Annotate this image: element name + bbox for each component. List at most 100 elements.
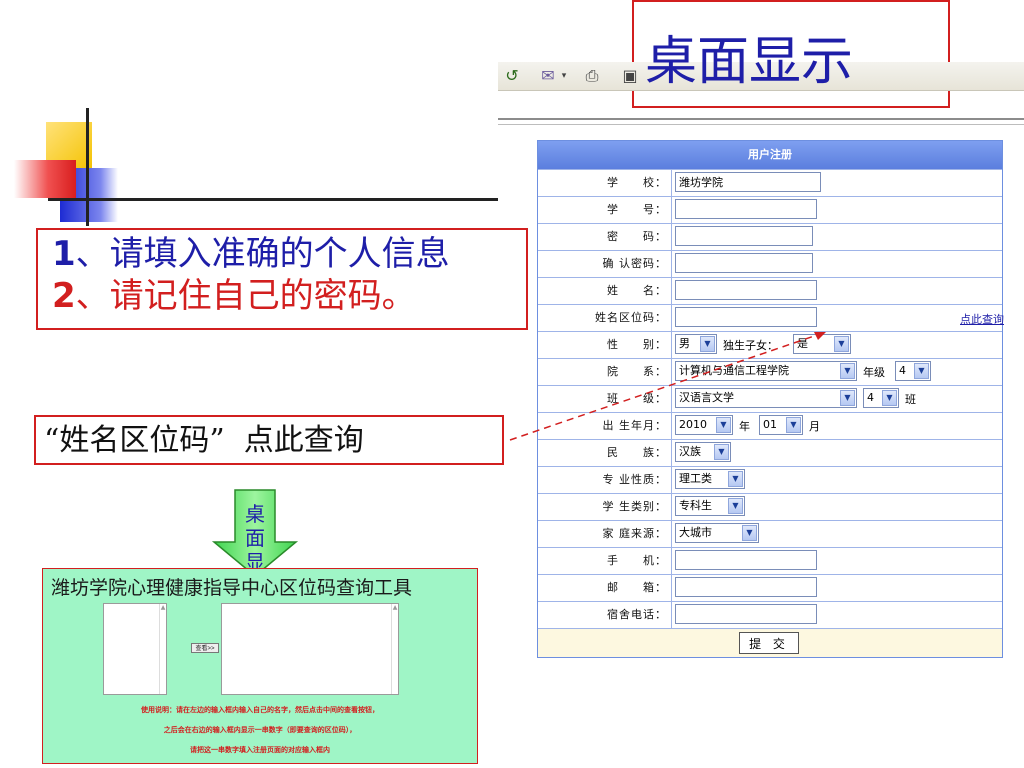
dept-value: 计算机与通信工程学院 xyxy=(679,364,789,377)
label-origin: 家 庭来源： xyxy=(538,521,672,547)
row-school: 学 校： 潍坊学院 xyxy=(538,169,1002,196)
label-mobile: 手 机： xyxy=(538,548,672,574)
row-birth: 出 生年月： 2010 ▼ 年 01 ▼ 月 xyxy=(538,412,1002,439)
dept-select[interactable]: 计算机与通信工程学院 ▼ xyxy=(675,361,857,381)
label-email: 邮 箱： xyxy=(538,575,672,601)
name-code-input[interactable] xyxy=(675,307,817,327)
row-class: 班 级： 汉语言文学 ▼ 4 ▼ 班 xyxy=(538,385,1002,412)
student-id-input[interactable] xyxy=(675,199,817,219)
chevron-down-icon[interactable]: ▼ xyxy=(700,336,715,352)
tool-note-1: 使用说明：请在左边的输入框内输入自己的名字，然后点击中间的查看按钮， xyxy=(141,706,379,714)
instruction-number: 1 xyxy=(52,234,76,274)
gender-select[interactable]: 男 ▼ xyxy=(675,334,717,354)
code-output-area[interactable]: ▲ xyxy=(221,603,399,695)
scrollbar[interactable]: ▲ xyxy=(391,604,398,694)
edit-icon[interactable]: ▣ xyxy=(620,66,640,86)
instruction-1: 1、请填入准确的个人信息 xyxy=(52,234,450,274)
lookup-link[interactable]: 点此查询 xyxy=(960,311,1004,327)
row-ethnic: 民 族： 汉族 ▼ xyxy=(538,439,1002,466)
month-select[interactable]: 01 ▼ xyxy=(759,415,803,435)
class-major-value: 汉语言文学 xyxy=(679,391,734,404)
chevron-down-icon[interactable]: ▼ xyxy=(882,390,897,406)
row-student-id: 学 号： xyxy=(538,196,1002,223)
label-password: 密 码： xyxy=(538,224,672,250)
chevron-down-icon[interactable]: ▼ xyxy=(714,444,729,460)
class-no-select[interactable]: 4 ▼ xyxy=(863,388,899,408)
origin-value: 大城市 xyxy=(679,526,712,539)
grade-select[interactable]: 4 ▼ xyxy=(895,361,931,381)
password-input[interactable] xyxy=(675,226,813,246)
major-type-value: 理工类 xyxy=(679,472,712,485)
ethnic-value: 汉族 xyxy=(679,445,701,458)
query-tool-window: 潍坊学院心理健康指导中心区位码查询工具 ▲ 查看>> ▲ 使用说明：请在左边的输… xyxy=(42,568,478,764)
class-no-value: 4 xyxy=(867,391,874,404)
label-name: 姓 名： xyxy=(538,278,672,304)
name-input-area[interactable]: ▲ xyxy=(103,603,167,695)
query-note-box: “姓名区位码” 点此查询 xyxy=(34,415,504,465)
submit-button[interactable]: 提 交 xyxy=(739,632,799,654)
view-button[interactable]: 查看>> xyxy=(191,643,219,653)
instruction-text: 、请记住自己的密码。 xyxy=(75,276,416,316)
month-value: 01 xyxy=(763,418,777,431)
gender-value: 男 xyxy=(679,337,690,350)
chevron-down-icon[interactable]: ▼ xyxy=(914,363,929,379)
label-gender: 性 别： xyxy=(538,332,672,358)
chevron-down-icon[interactable]: ▼ xyxy=(840,363,855,379)
chevron-down-icon[interactable]: ▼ xyxy=(728,498,743,514)
year-suffix: 年 xyxy=(739,420,750,433)
mobile-input[interactable] xyxy=(675,550,817,570)
row-name: 姓 名： xyxy=(538,277,1002,304)
only-child-value: 是 xyxy=(797,337,808,350)
chevron-down-icon[interactable]: ▼ xyxy=(786,417,801,433)
email-input[interactable] xyxy=(675,577,817,597)
dropdown-chevron-icon[interactable]: ▾ xyxy=(554,66,574,86)
row-major-type: 专 业性质： 理工类 ▼ xyxy=(538,466,1002,493)
logo-vertical-line xyxy=(86,108,89,226)
school-input[interactable]: 潍坊学院 xyxy=(675,172,821,192)
row-dorm-phone: 宿舍电话： xyxy=(538,601,1002,628)
back-icon[interactable]: ↺ xyxy=(502,66,522,86)
confirm-password-input[interactable] xyxy=(675,253,813,273)
print-icon[interactable]: ⎙ xyxy=(582,66,602,86)
instruction-text: 、请填入准确的个人信息 xyxy=(75,234,450,274)
label-school: 学 校： xyxy=(538,170,672,196)
chevron-down-icon[interactable]: ▼ xyxy=(834,336,849,352)
year-value: 2010 xyxy=(679,418,707,431)
label-name-code: 姓名区位码： xyxy=(538,305,672,331)
registration-form: 用户注册 学 校： 潍坊学院 学 号： 密 码： 确 认密码： 姓 名： 姓名区… xyxy=(537,140,1004,658)
class-suffix: 班 xyxy=(905,393,916,406)
student-type-select[interactable]: 专科生 ▼ xyxy=(675,496,745,516)
row-mobile: 手 机： xyxy=(538,547,1002,574)
name-input[interactable] xyxy=(675,280,817,300)
row-origin: 家 庭来源： 大城市 ▼ xyxy=(538,520,1002,547)
row-student-type: 学 生类别： 专科生 ▼ xyxy=(538,493,1002,520)
label-student-id: 学 号： xyxy=(538,197,672,223)
row-name-code: 姓名区位码： 点此查询 xyxy=(538,304,1004,331)
form-header: 用户注册 xyxy=(538,141,1002,169)
year-select[interactable]: 2010 ▼ xyxy=(675,415,733,435)
row-submit: 提 交 xyxy=(538,628,1002,657)
scrollbar[interactable]: ▲ xyxy=(159,604,166,694)
tool-title: 潍坊学院心理健康指导中心区位码查询工具 xyxy=(51,577,413,599)
origin-select[interactable]: 大城市 ▼ xyxy=(675,523,759,543)
chevron-down-icon[interactable]: ▼ xyxy=(728,471,743,487)
chevron-down-icon[interactable]: ▼ xyxy=(840,390,855,406)
chevron-down-icon[interactable]: ▼ xyxy=(742,525,757,541)
only-child-select[interactable]: 是 ▼ xyxy=(793,334,851,354)
row-email: 邮 箱： xyxy=(538,574,1002,601)
tool-note-2: 之后会在右边的输入框内显示一串数字（即要查询的区位码）， xyxy=(163,726,357,734)
class-major-select[interactable]: 汉语言文学 ▼ xyxy=(675,388,857,408)
chevron-down-icon[interactable]: ▼ xyxy=(716,417,731,433)
instructions-box: 1、请填入准确的个人信息 2、请记住自己的密码。 xyxy=(36,228,528,330)
label-dorm-phone: 宿舍电话： xyxy=(538,602,672,628)
page-title: 桌面显示 xyxy=(645,32,854,92)
major-type-select[interactable]: 理工类 ▼ xyxy=(675,469,745,489)
dorm-phone-input[interactable] xyxy=(675,604,817,624)
header-rule xyxy=(48,198,498,201)
label-class: 班 级： xyxy=(538,386,672,412)
grade-label: 年级 xyxy=(863,366,885,379)
ethnic-select[interactable]: 汉族 ▼ xyxy=(675,442,731,462)
only-child-label: 独生子女： xyxy=(723,339,778,352)
divider xyxy=(498,118,1024,120)
logo-square-red xyxy=(14,160,76,198)
